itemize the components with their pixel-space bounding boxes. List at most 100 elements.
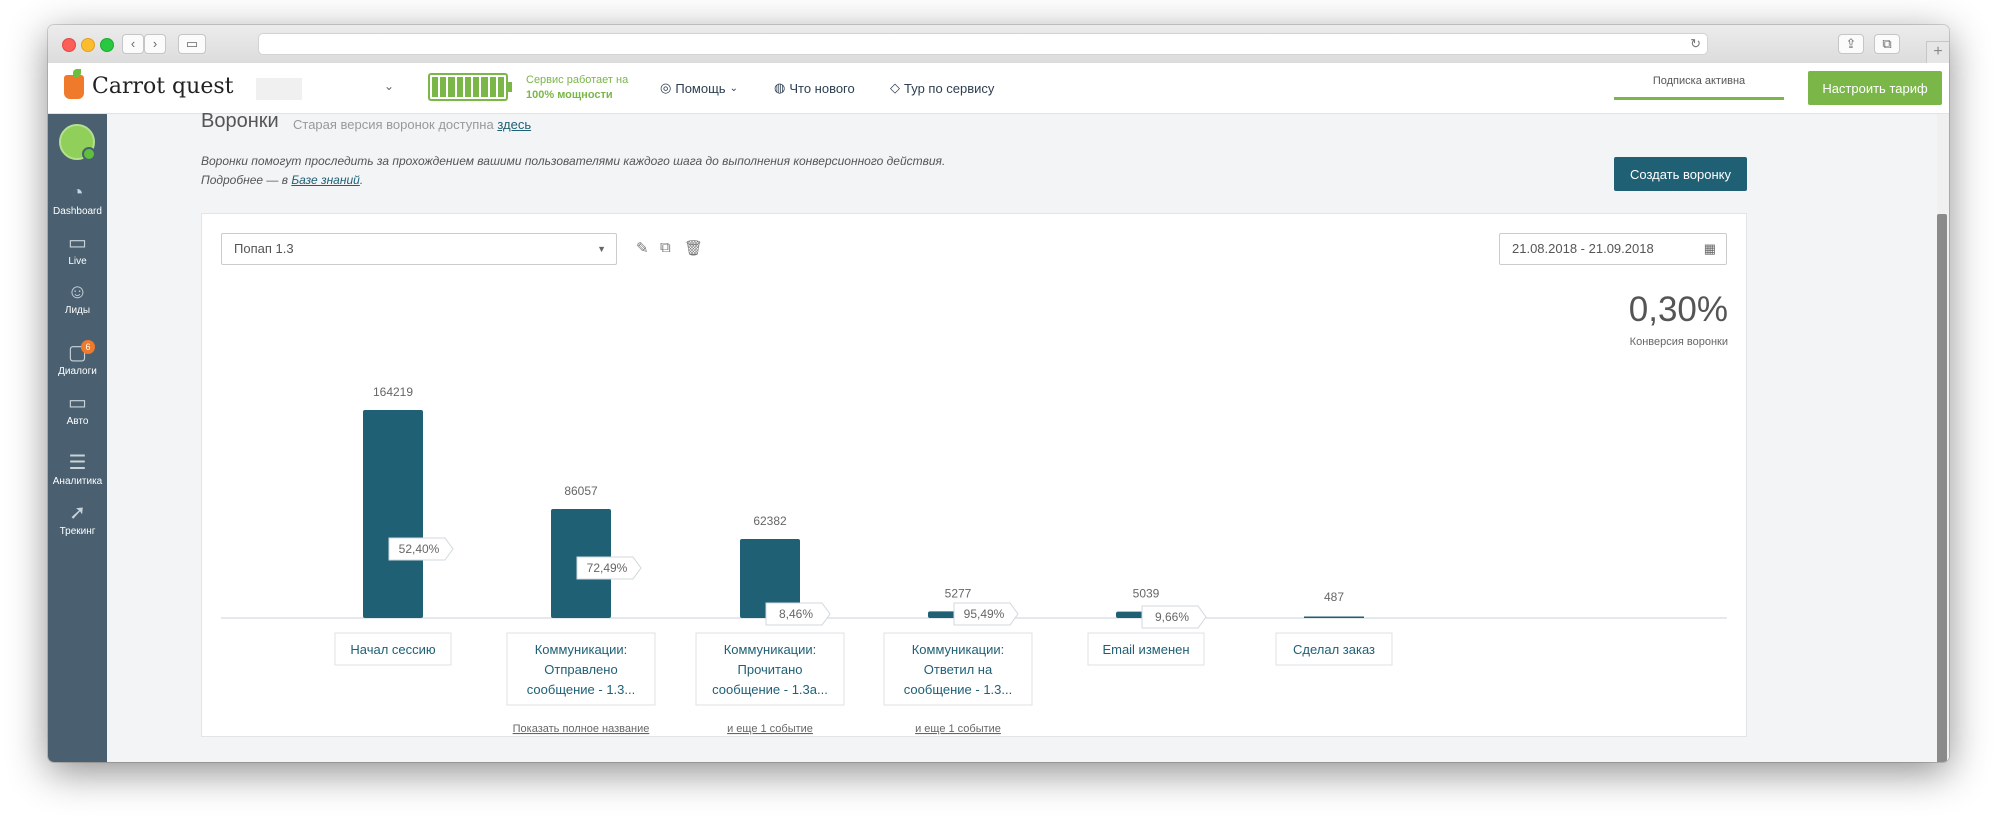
sidebar-item-label: Live <box>68 256 87 267</box>
step-conversion-value: 8,46% <box>779 607 813 621</box>
sidebar-item-label: Трекинг <box>59 526 96 537</box>
subscription-status: Подписка активна <box>1652 75 1746 87</box>
step-label-text: Коммуникации: <box>724 642 817 657</box>
step-label-text: Отправлено <box>544 662 617 677</box>
step-conversion-value: 72,49% <box>587 561 628 575</box>
sidebar-item-label: Авто <box>66 416 89 427</box>
scrollbar[interactable] <box>1937 114 1949 762</box>
step-label-text: Сделал заказ <box>1293 642 1375 657</box>
date-range-input[interactable]: 21.08.2018 - 21.09.2018 ▦ <box>1499 233 1727 265</box>
scrollbar-thumb[interactable] <box>1937 214 1947 762</box>
step-label-text: Начал сессию <box>350 642 436 657</box>
description-suffix: . <box>359 173 364 187</box>
knowledge-base-link[interactable]: Базе знаний <box>291 173 359 187</box>
sidebar-item-auto[interactable]: ▭ Авто <box>48 392 107 427</box>
help-label: Помощь <box>675 80 726 96</box>
funnel-bar <box>1304 616 1364 618</box>
sidebar-item-live[interactable]: ▭ Live <box>48 232 107 267</box>
step-label[interactable]: Коммуникации: Ответил на сообщение - 1.3..… <box>883 632 1033 706</box>
users-icon: ☺ <box>67 281 88 303</box>
trash-icon[interactable]: 🗑 <box>684 239 703 257</box>
calendar-icon[interactable]: ▦ <box>1704 234 1716 264</box>
funnel-select[interactable]: Попап 1.3 ▼ <box>221 233 617 265</box>
funnel-icon: ☰ <box>68 452 87 474</box>
step-conversion-value: 52,40% <box>399 542 440 556</box>
project-selector[interactable] <box>256 78 302 100</box>
date-range-value: 21.08.2018 - 21.09.2018 <box>1512 241 1654 256</box>
sidebar-item-label: Dashboard <box>53 206 102 217</box>
chevron-down-icon: ⌄ <box>729 82 738 94</box>
step-label-text: сообщение - 1.3а... <box>712 682 828 697</box>
logo-text: Carrot quest <box>92 74 234 99</box>
step-footnote-link[interactable]: и еще 1 событие <box>915 723 1001 735</box>
service-tour-link[interactable]: ◇ Тур по сервису <box>890 80 994 96</box>
cursor-icon: ➚ <box>69 502 86 524</box>
page-description: Воронки помогут проследить за прохождени… <box>201 152 1101 190</box>
whats-new-link[interactable]: ◍ Что нового <box>774 80 855 96</box>
step-label[interactable]: Email изменен <box>1087 632 1205 666</box>
bar-value-label: 62382 <box>753 514 787 528</box>
edit-icon[interactable]: ✎ <box>636 239 649 257</box>
lifebuoy-icon: ◎ <box>660 80 672 95</box>
step-conversion-value: 9,66% <box>1155 610 1189 624</box>
step-label-text: Ответил на <box>924 662 993 677</box>
step-label[interactable]: Коммуникации: Отправлено сообщение - 1.3..… <box>506 632 656 706</box>
old-version-link[interactable]: здесь <box>497 117 531 132</box>
funnel-select-value: Попап 1.3 <box>234 241 294 256</box>
sidebar-item-label: Лиды <box>64 305 91 316</box>
old-version-text: Старая версия воронок доступна <box>293 117 494 132</box>
description-prefix: Подробнее — в <box>201 173 288 187</box>
funnel-bar <box>363 410 423 618</box>
sidebar-item-label: Диалоги <box>58 366 97 377</box>
service-status: Сервис работает на 100% мощности <box>526 73 628 103</box>
step-label-text: Коммуникации: <box>535 642 628 657</box>
avatar[interactable] <box>59 124 96 161</box>
service-status-line1: Сервис работает на <box>526 74 629 86</box>
sidebar: ◔ Dashboard ▭ Live ☺ Лиды ▢ 6 Диалоги ▭ … <box>48 114 107 762</box>
speedometer-icon: ◔ <box>71 182 84 204</box>
copy-icon[interactable]: ⧉ <box>660 239 671 256</box>
auto-message-icon: ▭ <box>68 392 87 414</box>
step-label[interactable]: Коммуникации: Прочитано сообщение - 1.3а..… <box>695 632 845 706</box>
description-line1: Воронки помогут проследить за прохождени… <box>201 154 946 168</box>
whats-new-label: Что нового <box>789 80 855 96</box>
step-footnote-link[interactable]: и еще 1 событие <box>727 723 813 735</box>
funnel-chart: 164219 Начал сессию 86057 Коммуникации: Отпр… <box>221 385 1727 735</box>
sidebar-item-dashboard[interactable]: ◔ Dashboard <box>48 182 107 217</box>
logo[interactable]: Carrot quest <box>64 68 234 99</box>
graduation-cap-icon: ◇ <box>890 80 900 95</box>
step-label-text: Email изменен <box>1102 642 1189 657</box>
step-label[interactable]: Сделал заказ <box>1275 632 1393 666</box>
sidebar-item-tracking[interactable]: ➚ Трекинг <box>48 502 107 537</box>
create-funnel-button[interactable]: Создать воронку <box>1614 157 1747 191</box>
subscription-bar <box>1614 97 1784 100</box>
unread-badge: 6 <box>81 340 95 354</box>
sidebar-item-analytics[interactable]: ☰ Аналитика <box>48 452 107 487</box>
caret-down-icon: ▼ <box>597 244 606 254</box>
chat-bubbles-icon: ▢ <box>68 342 87 364</box>
carrot-logo-icon <box>64 68 84 99</box>
configure-tariff-button[interactable]: Настроить тариф <box>1808 71 1942 105</box>
bar-value-label: 86057 <box>564 484 598 498</box>
sidebar-item-leads[interactable]: ☺ Лиды <box>48 281 107 316</box>
step-label-text: сообщение - 1.3... <box>527 682 635 697</box>
top-navigation: Carrot quest ⌄ Сервис работает на 100% м… <box>48 63 1949 114</box>
page-subtitle: Старая версия воронок доступна здесь <box>293 117 531 132</box>
step-label-text: Коммуникации: <box>912 642 1005 657</box>
bar-value-label: 5277 <box>945 586 972 600</box>
service-status-line2: 100% мощности <box>526 89 613 101</box>
bar-value-label: 487 <box>1324 590 1344 604</box>
step-label[interactable]: Начал сессию <box>334 632 452 666</box>
help-menu[interactable]: ◎ Помощь ⌄ <box>660 80 738 96</box>
step-conversion-value: 95,49% <box>964 607 1005 621</box>
step-footnote-link[interactable]: Показать полное название <box>513 723 650 735</box>
bar-value-label: 5039 <box>1133 587 1160 601</box>
globe-icon: ◍ <box>774 80 786 95</box>
battery-status-icon <box>428 73 512 101</box>
page-title: Воронки <box>201 110 279 132</box>
sidebar-item-dialogs[interactable]: ▢ 6 Диалоги <box>48 340 107 377</box>
bar-value-label: 164219 <box>373 385 413 399</box>
step-label-text: Прочитано <box>738 662 803 677</box>
chevron-down-icon[interactable]: ⌄ <box>384 79 394 93</box>
pulse-monitor-icon: ▭ <box>68 232 87 254</box>
